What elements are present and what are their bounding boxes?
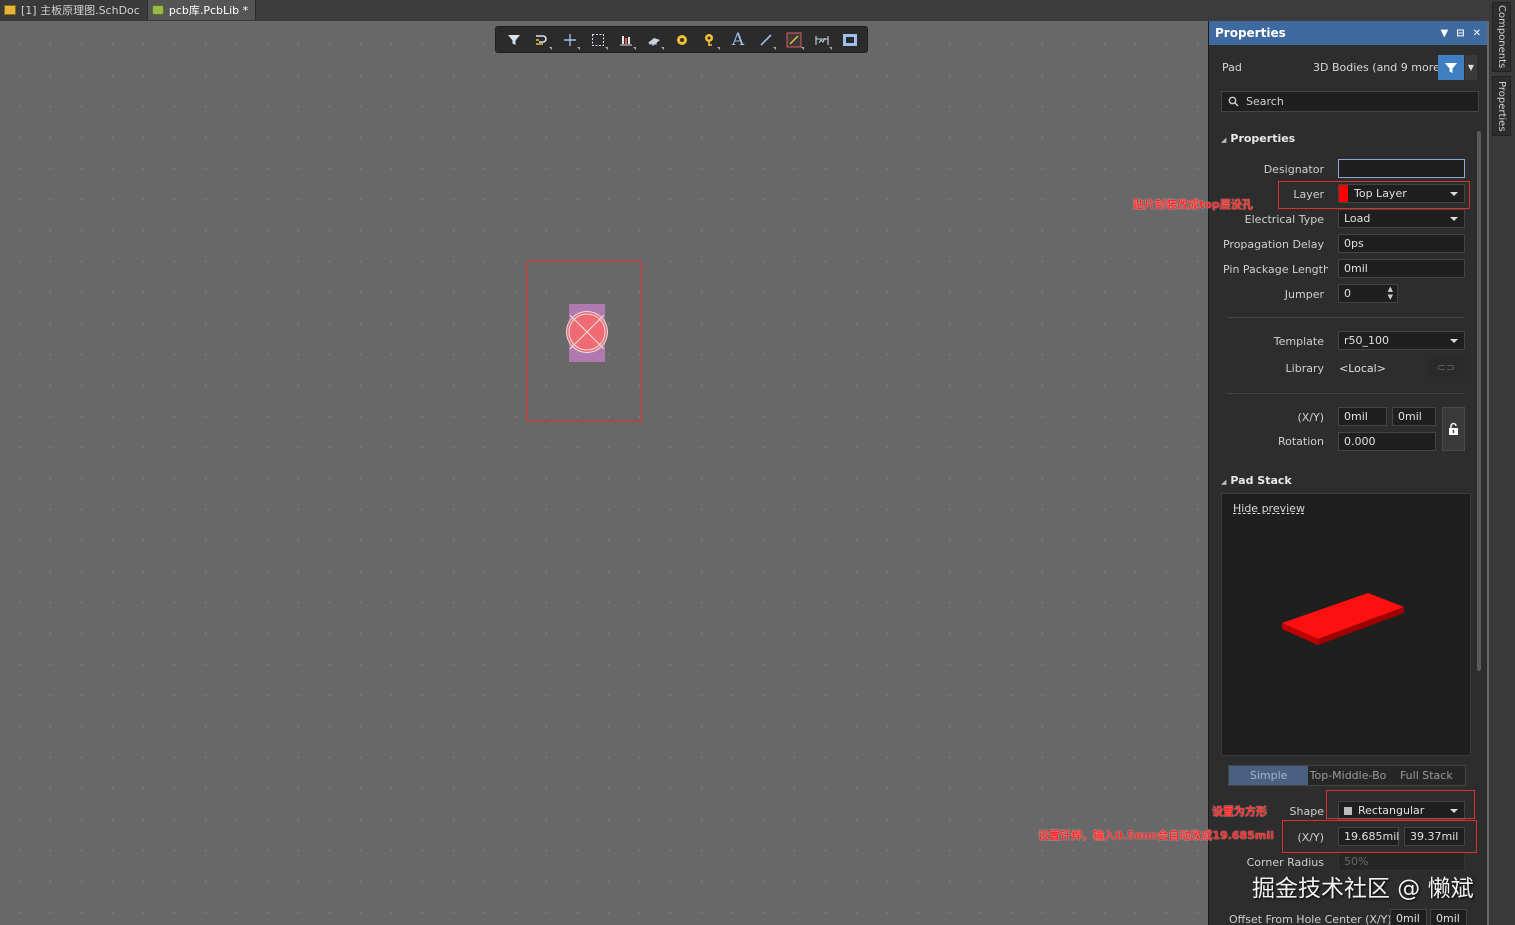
pad-cross-marker: [568, 313, 606, 351]
designator-label: Designator: [1263, 163, 1324, 176]
y-position-field[interactable]: 0mil: [1392, 407, 1436, 426]
schematic-doc-icon: [4, 5, 16, 15]
propagation-delay-label: Propagation Delay: [1222, 238, 1324, 251]
component-icon[interactable]: [643, 29, 665, 51]
side-panel-tabs: Components Properties: [1489, 0, 1515, 925]
corner-radius-label: Corner Radius: [1246, 856, 1324, 869]
filter-button[interactable]: [1438, 55, 1464, 80]
pad-3d-model: [1282, 593, 1404, 645]
route-icon[interactable]: [531, 29, 553, 51]
stepper-arrows-icon[interactable]: ▲ ▼: [1388, 285, 1393, 301]
filter-dropdown-arrow[interactable]: ▼: [1465, 55, 1477, 80]
tab-label: pcb库.PcbLib *: [168, 4, 249, 17]
panel-scrollbar[interactable]: [1477, 131, 1481, 671]
pin-package-length-field[interactable]: 0mil: [1338, 259, 1465, 278]
crosshair-icon[interactable]: [559, 29, 581, 51]
layer-annotation-text: 贴片封装改成top层没孔: [1133, 198, 1253, 211]
properties-section-header[interactable]: Properties: [1221, 132, 1295, 145]
offset-label: Offset From Hole Center (X/Y): [1229, 913, 1392, 925]
pin-icon[interactable]: ⊟: [1456, 28, 1464, 39]
tab-label: [1] 主板原理图.SchDoc: [21, 4, 140, 17]
x-position-field[interactable]: 0mil: [1338, 407, 1387, 426]
size-annotation-text: 设置钎焊，输入0.5mm会自动改成19.685mil: [1038, 829, 1274, 842]
jumper-stepper[interactable]: 0 ▲ ▼: [1338, 284, 1398, 303]
shape-annotation-text: 设置为方形: [1212, 805, 1267, 818]
electrical-type-select[interactable]: Load: [1338, 209, 1465, 228]
panel-title-bar: Properties ▼ ⊟ ✕: [1209, 21, 1487, 45]
pin-package-length-label: Pin Package Length: [1223, 263, 1328, 276]
tab-simple[interactable]: Simple: [1229, 766, 1309, 785]
separator: [1227, 393, 1465, 394]
document-tab-bar: [1] 主板原理图.SchDoc pcb库.PcbLib *: [0, 0, 1515, 21]
watermark: 掘金技术社区 @ 懒斌: [1252, 876, 1474, 902]
close-icon[interactable]: ✕: [1473, 28, 1481, 39]
layer-annotation-box: [1278, 181, 1470, 209]
library-value: <Local>: [1339, 362, 1386, 375]
offset-y-field[interactable]: 0mil: [1430, 909, 1467, 925]
jumper-label: Jumper: [1284, 288, 1324, 301]
separator: [1227, 317, 1465, 318]
lock-icon: [1449, 422, 1458, 435]
offset-x-field[interactable]: 0mil: [1390, 909, 1427, 925]
template-select[interactable]: r50_100: [1338, 331, 1465, 350]
rotation-field[interactable]: 0.000: [1338, 432, 1436, 451]
active-bar-toolbar: A: [495, 26, 868, 53]
dropdown-icon[interactable]: ▼: [1441, 28, 1449, 39]
tab-top-middle-bottom[interactable]: Top-Middle-Bo: [1308, 766, 1387, 785]
pad-stack-section-header[interactable]: Pad Stack: [1221, 474, 1291, 487]
tab-pcb-lib[interactable]: pcb库.PcbLib *: [147, 0, 257, 20]
jumper-value: 0: [1344, 287, 1351, 300]
designator-field[interactable]: [1338, 159, 1465, 178]
board-shape-icon[interactable]: [839, 29, 861, 51]
xy-label: (X/Y): [1297, 411, 1324, 424]
pad-icon[interactable]: [671, 29, 693, 51]
select-rect-icon[interactable]: [587, 29, 609, 51]
pad-stack-mode-tabs: Simple Top-Middle-Bo Full Stack: [1228, 765, 1466, 786]
align-icon[interactable]: [615, 29, 637, 51]
search-input[interactable]: Search: [1221, 91, 1479, 112]
keepout-icon[interactable]: [783, 29, 805, 51]
via-icon[interactable]: [699, 29, 721, 51]
hide-preview-link[interactable]: Hide preview: [1233, 502, 1305, 515]
electrical-type-label: Electrical Type: [1244, 213, 1324, 226]
tab-full-stack[interactable]: Full Stack: [1388, 766, 1465, 785]
pcb-canvas[interactable]: [0, 21, 1208, 925]
template-label: Template: [1273, 335, 1324, 348]
filter-icon: [1445, 62, 1457, 73]
line-icon[interactable]: [755, 29, 777, 51]
lock-button[interactable]: [1442, 407, 1465, 451]
size-annotation-box: [1282, 820, 1477, 853]
shape-label: Shape: [1289, 805, 1324, 818]
side-tab-properties[interactable]: Properties: [1492, 76, 1511, 136]
pcb-lib-icon: [151, 5, 164, 15]
object-kind: Pad: [1222, 61, 1242, 74]
filter-icon[interactable]: [503, 29, 525, 51]
propagation-delay-field[interactable]: 0ps: [1338, 234, 1465, 253]
text-icon[interactable]: A: [727, 29, 749, 51]
link-icon[interactable]: ⊂⊃: [1427, 358, 1465, 377]
tab-schematic-doc[interactable]: [1] 主板原理图.SchDoc: [0, 0, 148, 20]
search-icon: [1228, 96, 1239, 107]
dimension-icon[interactable]: [811, 29, 833, 51]
shape-annotation-box: [1326, 790, 1475, 819]
search-placeholder: Search: [1246, 95, 1284, 108]
filter-summary: 3D Bodies (and 9 more): [1313, 61, 1445, 74]
library-label: Library: [1285, 362, 1324, 375]
rotation-label: Rotation: [1277, 435, 1324, 448]
pad-3d-preview[interactable]: Hide preview: [1221, 493, 1471, 756]
panel-title: Properties: [1215, 26, 1286, 40]
side-tab-components[interactable]: Components: [1492, 2, 1511, 72]
